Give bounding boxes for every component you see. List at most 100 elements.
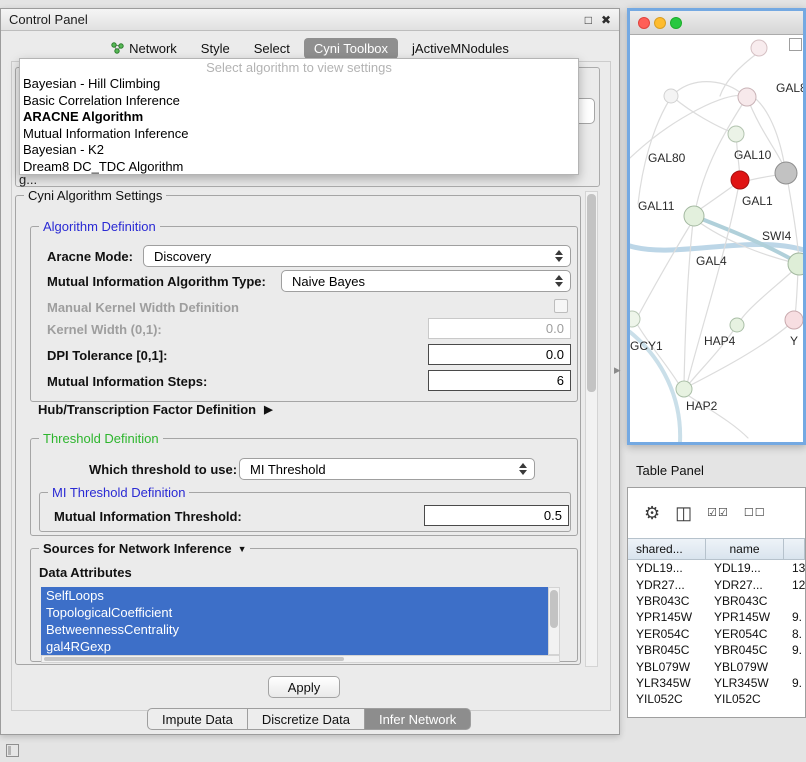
collapse-arrow-icon[interactable]: ▼ <box>238 544 247 554</box>
network-window-titlebar[interactable] <box>630 11 803 35</box>
tab-style[interactable]: Style <box>191 38 240 59</box>
column-header-name[interactable]: name <box>706 539 784 559</box>
attributes-horizontal-scrollbar[interactable] <box>41 655 560 663</box>
manual-kernel-label: Manual Kernel Width Definition <box>47 300 239 315</box>
algorithm-option[interactable]: Mutual Information Inference <box>20 126 578 143</box>
algorithm-option[interactable]: Dream8 DC_TDC Algorithm <box>20 159 578 175</box>
network-edge[interactable] <box>696 186 733 212</box>
tab-cyni-toolbox[interactable]: Cyni Toolbox <box>304 38 398 59</box>
table-cell: YBL079W <box>706 660 784 674</box>
network-edge[interactable] <box>674 98 731 132</box>
algorithm-popup-placeholder[interactable]: Select algorithm to view settings <box>20 59 578 76</box>
network-edge[interactable] <box>630 96 742 158</box>
close-icon[interactable]: ✖ <box>601 14 611 26</box>
attributes-vertical-scrollbar[interactable] <box>548 587 560 655</box>
kernel-width-label: Kernel Width (0,1): <box>47 322 162 337</box>
network-node[interactable] <box>684 206 704 226</box>
algorithm-option[interactable]: Basic Correlation Inference <box>20 93 578 110</box>
column-header-extra[interactable] <box>784 539 805 559</box>
table-cell: 13 <box>784 561 805 575</box>
control-panel-titlebar[interactable]: Control Panel □ ✖ <box>1 9 619 31</box>
network-edge[interactable] <box>638 222 692 316</box>
combo-value: Discovery <box>154 249 211 264</box>
network-node[interactable] <box>730 318 744 332</box>
tab-discretize-data[interactable]: Discretize Data <box>248 708 365 730</box>
algorithm-option[interactable]: Bayesian - K2 <box>20 142 578 159</box>
network-node[interactable] <box>731 171 749 189</box>
tab-select[interactable]: Select <box>244 38 300 59</box>
select-all-checkboxes-icon[interactable]: ☑☑ <box>707 508 729 519</box>
attribute-item[interactable]: SelfLoops <box>41 587 548 604</box>
network-node[interactable] <box>785 311 803 329</box>
control-panel-tabs: Network Style Select Cyni Toolbox jActiv… <box>1 37 619 59</box>
app-root: Control Panel □ ✖ Network Style Select C… <box>0 0 806 762</box>
network-node[interactable] <box>775 162 797 184</box>
mi-threshold-field[interactable]: 0.5 <box>424 505 569 526</box>
kernel-width-field[interactable]: 0.0 <box>428 318 571 339</box>
network-node[interactable] <box>738 88 756 106</box>
tab-label: Discretize Data <box>262 712 350 727</box>
scrollbar-thumb[interactable] <box>587 194 596 392</box>
network-node[interactable] <box>676 381 692 397</box>
table-row[interactable]: YDL19...YDL19...13 <box>628 560 805 576</box>
table-row[interactable]: YDR27...YDR27...12 <box>628 576 805 592</box>
table-row[interactable]: YBR043CYBR043C <box>628 593 805 609</box>
table-row[interactable]: YPR145WYPR145W9. <box>628 609 805 625</box>
splitter-collapse-icon[interactable]: ▸ <box>614 362 621 378</box>
hub-definition-section[interactable]: Hub/Transcription Factor Definition ▶ <box>38 402 273 417</box>
tab-infer-network[interactable]: Infer Network <box>365 708 471 730</box>
network-graph[interactable]: GAL8GAL80GAL10GAL11GAL1SWI4GAL4GCY1HAP4Y… <box>630 36 803 442</box>
mi-algorithm-type-combo[interactable]: Naive Bayes <box>281 270 571 292</box>
table-row[interactable]: YLR345WYLR345W9. <box>628 675 805 691</box>
minimize-traffic-light-icon[interactable] <box>654 17 666 29</box>
close-traffic-light-icon[interactable] <box>638 17 650 29</box>
algorithm-option[interactable]: Bayesian - Hill Climbing <box>20 76 578 93</box>
data-attributes-list[interactable]: SelfLoopsTopologicalCoefficientBetweenne… <box>41 587 548 655</box>
table-cell: 12 <box>784 578 805 592</box>
table-row[interactable]: YBR045CYBR045C9. <box>628 642 805 658</box>
manual-kernel-checkbox[interactable] <box>554 299 568 313</box>
dpi-tolerance-label: DPI Tolerance [0,1]: <box>47 348 167 363</box>
dpi-tolerance-field[interactable]: 0.0 <box>428 344 571 365</box>
table-row[interactable]: YIL052CYIL052C <box>628 691 805 707</box>
tab-network[interactable]: Network <box>101 38 187 59</box>
network-edge[interactable] <box>637 324 680 386</box>
table-row[interactable]: YER054CYER054C8. <box>628 626 805 642</box>
scrollbar-thumb[interactable] <box>44 657 344 661</box>
attribute-item[interactable]: TopologicalCoefficient <box>41 604 548 621</box>
node-label: GAL1 <box>742 194 773 208</box>
network-node[interactable] <box>630 311 640 327</box>
table-cell: YBL079W <box>628 660 706 674</box>
columns-icon[interactable]: ◫ <box>675 504 692 522</box>
network-edge[interactable] <box>795 270 798 316</box>
birdseye-box[interactable] <box>789 38 802 51</box>
network-node[interactable] <box>751 40 767 56</box>
algorithm-option[interactable]: ARACNE Algorithm <box>20 109 578 126</box>
network-edge[interactable] <box>676 82 742 94</box>
apply-button[interactable]: Apply <box>268 676 340 698</box>
zoom-traffic-light-icon[interactable] <box>670 17 682 29</box>
mi-steps-field[interactable]: 6 <box>428 370 571 391</box>
panel-toggle-icon[interactable] <box>6 744 19 757</box>
settings-scrollbar[interactable] <box>585 191 598 667</box>
expand-arrow-icon[interactable]: ▶ <box>264 403 272 416</box>
float-window-icon[interactable]: □ <box>585 14 592 26</box>
which-threshold-combo[interactable]: MI Threshold <box>239 458 535 480</box>
attribute-item[interactable]: gal4RGexp <box>41 638 548 655</box>
aracne-mode-combo[interactable]: Discovery <box>143 245 571 267</box>
network-node[interactable] <box>728 126 744 142</box>
network-node[interactable] <box>664 89 678 103</box>
attribute-item[interactable]: BetweennessCentrality <box>41 621 548 638</box>
node-label: GAL4 <box>696 254 727 268</box>
node-label: Y <box>790 334 798 348</box>
window-title: Control Panel <box>9 12 88 27</box>
scrollbar-thumb[interactable] <box>550 590 558 628</box>
tab-impute-data[interactable]: Impute Data <box>147 708 248 730</box>
gear-icon[interactable]: ⚙ <box>644 504 660 522</box>
table-row[interactable]: YBL079WYBL079W <box>628 658 805 674</box>
network-edge[interactable] <box>720 52 759 96</box>
column-header-shared[interactable]: shared... <box>628 539 706 559</box>
tab-jactivemnodules[interactable]: jActiveMNodules <box>402 38 519 59</box>
table-panel-window: ⚙ ◫ ☑☑ ☐☐ shared... name YDL19...YDL19..… <box>627 487 806 718</box>
clear-checkboxes-icon[interactable]: ☐☐ <box>744 508 766 519</box>
